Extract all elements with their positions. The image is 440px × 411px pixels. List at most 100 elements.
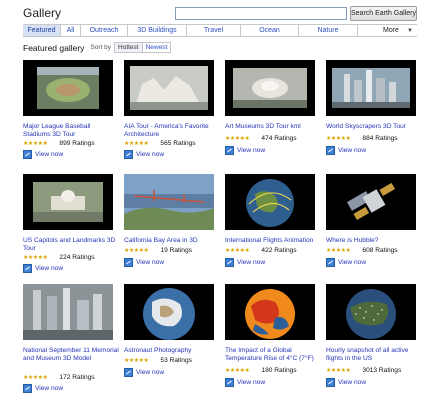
ratings-count: 474 Ratings <box>261 135 297 142</box>
stars-icon: ★★★★★ <box>124 141 149 147</box>
item-title[interactable]: Astronaut Photography <box>124 347 220 355</box>
ratings-count: 422 Ratings <box>261 247 297 254</box>
earth-view-icon <box>23 150 32 159</box>
tab-3d-buildings[interactable]: 3D Buildings <box>128 25 187 36</box>
stars-icon: ★★★★★ <box>23 141 48 147</box>
thumbnail-temperature[interactable] <box>225 284 315 340</box>
rating: ★★★★★ 53 Ratings <box>124 357 192 364</box>
earth-view-icon <box>326 258 335 267</box>
thumbnail-bay-area[interactable] <box>124 174 214 230</box>
earth-view-icon <box>326 146 335 155</box>
view-now-link[interactable]: View now <box>225 258 265 267</box>
earth-view-icon <box>326 378 335 387</box>
thumbnail-flights[interactable] <box>225 174 315 230</box>
item-title[interactable]: Hourly snapshot of all active flights in… <box>326 347 422 363</box>
item-title[interactable]: California Bay Area in 3D <box>124 237 220 245</box>
stars-icon: ★★★★★ <box>326 248 351 254</box>
view-now-link[interactable]: View now <box>326 378 366 387</box>
ratings-count: 224 Ratings <box>59 254 95 261</box>
view-now-link[interactable]: View now <box>225 378 265 387</box>
view-now-link[interactable]: View now <box>124 258 164 267</box>
rating: ★★★★★ 3013 Ratings <box>326 367 401 374</box>
thumbnail-memorial[interactable] <box>23 284 113 340</box>
stars-icon: ★★★★★ <box>124 248 149 254</box>
thumbnail-museum[interactable] <box>225 60 315 116</box>
item-title[interactable]: The Impact of a Global Temperature Rise … <box>225 347 321 363</box>
rating: ★★★★★ 422 Ratings <box>225 247 297 254</box>
page-title: Gallery <box>23 6 62 20</box>
ratings-count: 899 Ratings <box>59 140 95 147</box>
rating: ★★★★★ 565 Ratings <box>124 140 196 147</box>
item-title[interactable]: Art Museums 3D Tour kml <box>225 123 321 131</box>
item-title[interactable]: National September 11 Memorial and Museu… <box>23 347 119 363</box>
tab-all[interactable]: All <box>61 25 81 36</box>
ratings-count: 172 Ratings <box>59 374 95 381</box>
dropdown-arrow-icon: ▼ <box>407 27 413 34</box>
tab-more[interactable]: More ▼ <box>358 25 417 36</box>
view-now-link[interactable]: View now <box>326 258 366 267</box>
ratings-count: 19 Ratings <box>160 247 192 254</box>
rating: ★★★★★ 172 Ratings <box>23 374 95 381</box>
thumbnail-capitol[interactable] <box>23 174 113 230</box>
earth-view-icon <box>124 150 133 159</box>
rating: ★★★★★ 474 Ratings <box>225 135 297 142</box>
sort-bar: Featured gallery Sort by Hottest Newest <box>23 42 172 53</box>
sort-by-label: Sort by <box>90 44 112 51</box>
rating: ★★★★★ 884 Ratings <box>326 135 398 142</box>
stars-icon: ★★★★★ <box>225 136 250 142</box>
stars-icon: ★★★★★ <box>23 375 48 381</box>
earth-view-icon <box>124 258 133 267</box>
thumbnail-skyscrapers[interactable] <box>326 60 416 116</box>
view-now-link[interactable]: View now <box>23 150 63 159</box>
ratings-count: 53 Ratings <box>160 357 192 364</box>
category-tabs: Featured All Outreach 3D Buildings Trave… <box>23 24 417 37</box>
item-title[interactable]: Where is Hubble? <box>326 237 422 245</box>
tab-featured[interactable]: Featured <box>23 25 61 36</box>
item-title[interactable]: AIA Tour - America's Favorite Architectu… <box>124 123 220 139</box>
view-now-link[interactable]: View now <box>23 264 63 273</box>
sort-newest[interactable]: Newest <box>142 42 172 53</box>
view-now-link[interactable]: View now <box>326 146 366 155</box>
item-title[interactable]: World Skyscrapers 3D Tour <box>326 123 422 131</box>
ratings-count: 884 Ratings <box>362 135 398 142</box>
rating: ★★★★★ 224 Ratings <box>23 254 95 261</box>
item-title[interactable]: Major League Baseball Stadiums 3D Tour <box>23 123 119 139</box>
view-now-link[interactable]: View now <box>23 384 63 393</box>
stars-icon: ★★★★★ <box>326 136 351 142</box>
rating: ★★★★★ 608 Ratings <box>326 247 398 254</box>
tab-travel[interactable]: Travel <box>187 25 241 36</box>
item-title[interactable]: International Flights Animation <box>225 237 321 245</box>
stars-icon: ★★★★★ <box>23 255 48 261</box>
earth-view-icon <box>225 146 234 155</box>
tab-nature[interactable]: Nature <box>299 25 358 36</box>
view-now-link[interactable]: View now <box>124 368 164 377</box>
rating: ★★★★★ 180 Ratings <box>225 367 297 374</box>
thumbnail-hourly-flights[interactable] <box>326 284 416 340</box>
view-now-link[interactable]: View now <box>225 146 265 155</box>
search-input[interactable] <box>175 7 347 20</box>
stars-icon: ★★★★★ <box>225 248 250 254</box>
tab-outreach[interactable]: Outreach <box>81 25 128 36</box>
ratings-count: 3013 Ratings <box>362 367 402 374</box>
search-earth-gallery-button[interactable]: Search Earth Gallery <box>350 6 417 21</box>
earth-view-icon <box>225 258 234 267</box>
tab-more-label: More <box>383 27 399 34</box>
stars-icon: ★★★★★ <box>124 358 149 364</box>
stars-icon: ★★★★★ <box>225 368 250 374</box>
thumbnail-architecture[interactable] <box>124 60 214 116</box>
thumbnail-hubble[interactable] <box>326 174 416 230</box>
item-title[interactable]: US Capitols and Landmarks 3D Tour <box>23 237 119 253</box>
earth-view-icon <box>124 368 133 377</box>
thumbnail-stadium[interactable] <box>23 60 113 116</box>
ratings-count: 608 Ratings <box>362 247 398 254</box>
earth-view-icon <box>23 384 32 393</box>
earth-view-icon <box>225 378 234 387</box>
ratings-count: 180 Ratings <box>261 367 297 374</box>
sort-hottest[interactable]: Hottest <box>114 42 143 53</box>
section-title: Featured gallery <box>23 42 85 53</box>
thumbnail-astronaut[interactable] <box>124 284 214 340</box>
rating: ★★★★★ 19 Ratings <box>124 247 192 254</box>
rating: ★★★★★ 899 Ratings <box>23 140 95 147</box>
view-now-link[interactable]: View now <box>124 150 164 159</box>
tab-ocean[interactable]: Ocean <box>241 25 299 36</box>
